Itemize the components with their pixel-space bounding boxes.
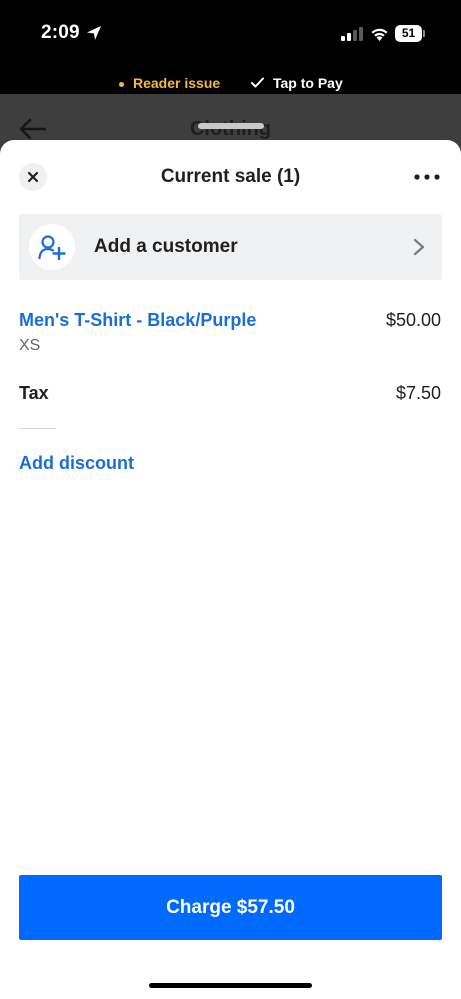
battery-level: 51 [395,25,422,42]
more-dots-icon[interactable] [413,170,441,184]
add-customer-label: Add a customer [94,236,238,257]
add-customer-avatar [29,224,75,270]
add-person-icon [38,235,66,260]
tap-to-pay-status[interactable]: Tap to Pay [273,75,343,91]
line-item-price: $50.00 [385,310,441,330]
status-bar: 2:09 51 [0,0,461,70]
add-customer-button[interactable]: Add a customer [19,214,442,280]
battery-cap [423,30,425,37]
line-item-variant: XS [19,337,41,354]
sheet-grabber[interactable] [198,123,264,129]
background-page-title: Clothing [189,118,272,140]
sheet-title: Current sale (1) [160,166,301,187]
reader-issue-link[interactable]: Reader issue [133,75,220,91]
battery-icon: 51 [395,25,425,42]
check-icon [251,77,264,88]
add-discount-link[interactable]: Add discount [19,453,134,474]
charge-button-label: Charge $57.50 [166,896,295,918]
location-arrow-icon [87,26,101,40]
wifi-icon [371,28,388,41]
status-dot [119,82,124,87]
charge-button[interactable]: Charge $57.50 [19,875,442,940]
chevron-right-icon [413,238,425,256]
home-indicator [149,983,312,988]
line-item-name[interactable]: Men's T-Shirt - Black/Purple [19,310,256,331]
reader-status-banner [0,70,461,94]
tax-label: Tax [19,383,49,403]
cellular-signal-icon [341,27,363,41]
tax-value: $7.50 [395,383,441,403]
status-time: 2:09 [41,22,80,43]
divider [19,428,56,429]
